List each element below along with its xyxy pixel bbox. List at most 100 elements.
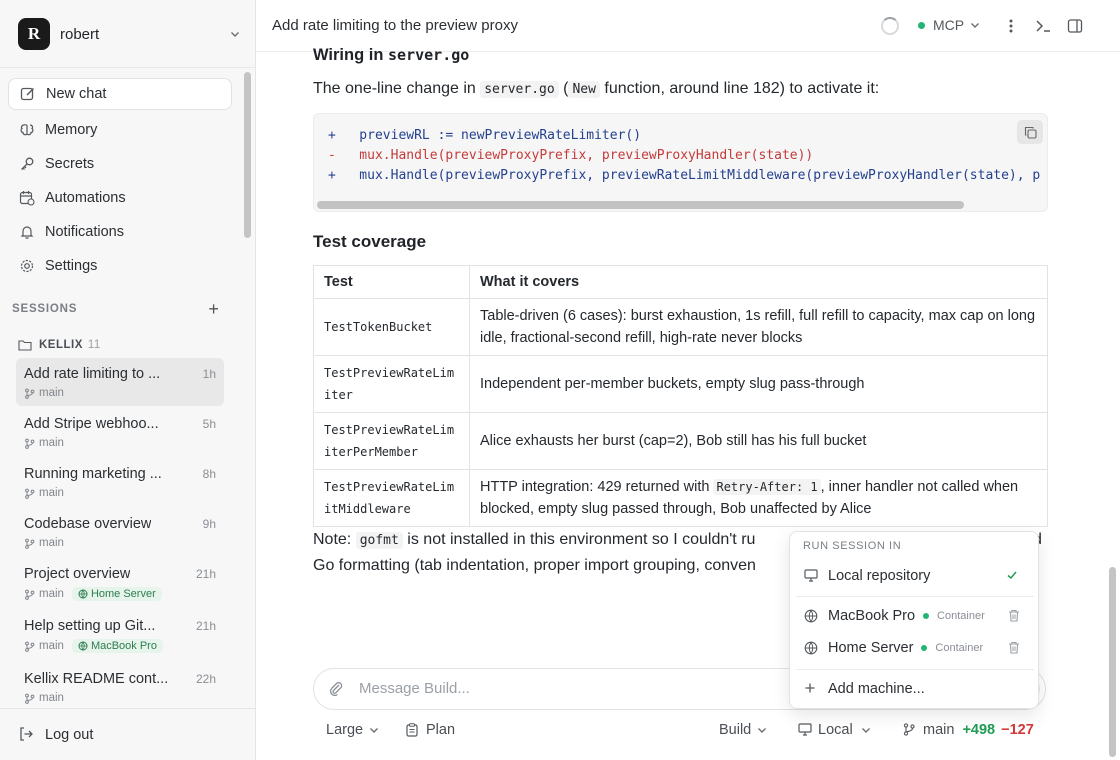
branch-icon (24, 388, 35, 399)
add-machine-button[interactable]: Add machine... (796, 675, 1034, 703)
table-row: TestPreviewRateLimiter Independent per-m… (313, 355, 1048, 413)
globe-icon (804, 641, 818, 655)
folder-count: 11 (87, 339, 101, 351)
table-row: TestPreviewRateLimiterPerMember Alice ex… (313, 412, 1048, 470)
page-title: Add rate limiting to the preview proxy (272, 17, 518, 34)
sidebar-item-settings[interactable]: Settings (8, 250, 232, 282)
machine-name: Home Server (90, 588, 156, 600)
bell-icon (18, 224, 35, 241)
session-title: Project overview (24, 566, 131, 582)
table-header-row: Test What it covers (313, 265, 1048, 299)
trash-icon[interactable] (1008, 641, 1022, 655)
session-title: Codebase overview (24, 516, 152, 532)
user-name: robert (60, 25, 100, 43)
message-input[interactable]: Message Build... (359, 680, 470, 697)
machine-option-home-server[interactable]: Home Server Container (796, 634, 1034, 662)
code-block: + previewRL := newPreviewRateLimiter() -… (313, 113, 1048, 212)
nav-label: Secrets (45, 156, 95, 172)
mcp-button[interactable]: MCP (918, 17, 980, 33)
session-time: 8h (202, 467, 216, 481)
table-row: TestPreviewRateLimitMiddleware HTTP inte… (313, 469, 1048, 527)
session-branch: main (39, 588, 64, 600)
test-name: TestPreviewRateLimiterPerMember (313, 412, 470, 470)
code-scrollbar[interactable] (317, 201, 964, 209)
session-branch: main (39, 692, 64, 704)
folder-name: KELLIX (39, 339, 83, 351)
check-icon (1006, 569, 1020, 583)
test-table: Test What it covers TestTokenBucket Tabl… (313, 265, 1048, 527)
chevron-down-icon (758, 728, 767, 733)
column-header: What it covers (469, 265, 1048, 299)
globe-icon (78, 589, 88, 599)
new-chat-button[interactable]: New chat (8, 78, 232, 110)
nav-label: Automations (45, 190, 126, 206)
machine-option-macbook-pro[interactable]: MacBook Pro Container (796, 602, 1034, 630)
session-item[interactable]: Running marketing ... 8h main (16, 458, 224, 506)
sidebar-scrollbar[interactable] (244, 72, 251, 238)
session-item[interactable]: Help setting up Git... 21h main MacBook P… (16, 610, 224, 658)
heading-text: Wiring in (313, 46, 384, 64)
run-session-dropdown: RUN SESSION IN Local repository MacBook … (789, 531, 1039, 709)
session-branch: main (39, 387, 64, 399)
panel-toggle-icon[interactable] (1065, 16, 1085, 36)
status-dot (921, 645, 928, 651)
edit-icon (19, 86, 36, 103)
branch-icon (24, 538, 35, 549)
section-heading: Wiring in server.go (313, 46, 469, 65)
globe-icon (78, 641, 88, 651)
copy-button[interactable] (1017, 120, 1043, 144)
trash-icon[interactable] (1008, 609, 1022, 623)
option-label: Add machine... (828, 681, 925, 697)
session-title: Help setting up Git... (24, 618, 156, 634)
plus-icon (804, 682, 818, 696)
sidebar-item-secrets[interactable]: Secrets (8, 148, 232, 180)
mode-select[interactable]: Build (719, 722, 767, 738)
session-item[interactable]: Kellix README cont... 22h main (16, 663, 224, 711)
sidebar-item-memory[interactable]: Memory (8, 114, 232, 146)
session-branch: main (39, 640, 64, 652)
session-item[interactable]: Add rate limiting to ... 1h main (16, 358, 224, 406)
additions-count: +498 (962, 722, 996, 738)
paragraph: The one-line change in server.go (New fu… (313, 80, 879, 98)
loading-spinner (881, 17, 899, 35)
session-item[interactable]: Codebase overview 9h main (16, 508, 224, 556)
add-session-button[interactable]: + (206, 299, 222, 319)
inline-code: gofmt (355, 532, 403, 549)
logout-icon (18, 726, 35, 743)
gear-icon (18, 258, 35, 275)
logout-label: Log out (45, 726, 94, 743)
paperclip-icon[interactable] (328, 680, 346, 698)
divider (796, 596, 1034, 597)
plan-button[interactable]: Plan (406, 722, 455, 738)
main-scrollbar[interactable] (1109, 567, 1116, 757)
session-branch: main (39, 537, 64, 549)
brain-icon (18, 122, 35, 139)
local-repository-option[interactable]: Local repository (796, 562, 1034, 590)
option-label: Local repository (828, 568, 931, 584)
session-item[interactable]: Project overview 21h main Home Server (16, 558, 224, 606)
location-select[interactable]: Local (798, 722, 871, 738)
avatar: R (18, 18, 50, 50)
calendar-clock-icon (18, 190, 35, 207)
monitor-icon (798, 723, 812, 737)
divider (796, 669, 1034, 670)
sidebar-item-notifications[interactable]: Notifications (8, 216, 232, 248)
sidebar-item-automations[interactable]: Automations (8, 182, 232, 214)
branch-name: main (923, 722, 955, 738)
session-item[interactable]: Add Stripe webhoo... 5h main (16, 408, 224, 456)
branch-icon (24, 438, 35, 449)
nav-label: Notifications (45, 224, 124, 240)
logout-button[interactable]: Log out (0, 708, 255, 760)
model-size-select[interactable]: Large (326, 722, 379, 738)
monitor-icon (804, 569, 818, 583)
terminal-icon[interactable] (1033, 16, 1053, 36)
code-line: - mux.Handle(previewProxyPrefix, preview… (328, 148, 814, 163)
sessions-header: SESSIONS + (12, 299, 222, 319)
code-line: + mux.Handle(previewProxyPrefix, preview… (328, 168, 1041, 183)
label: Build (719, 722, 752, 738)
branch-status[interactable]: main +498 −127 (903, 722, 1034, 738)
user-menu[interactable]: R robert (18, 18, 240, 50)
more-vertical-icon[interactable] (1001, 16, 1021, 36)
folder-kellix[interactable]: KELLIX 11 (18, 336, 101, 354)
nav-label: Settings (45, 258, 98, 274)
